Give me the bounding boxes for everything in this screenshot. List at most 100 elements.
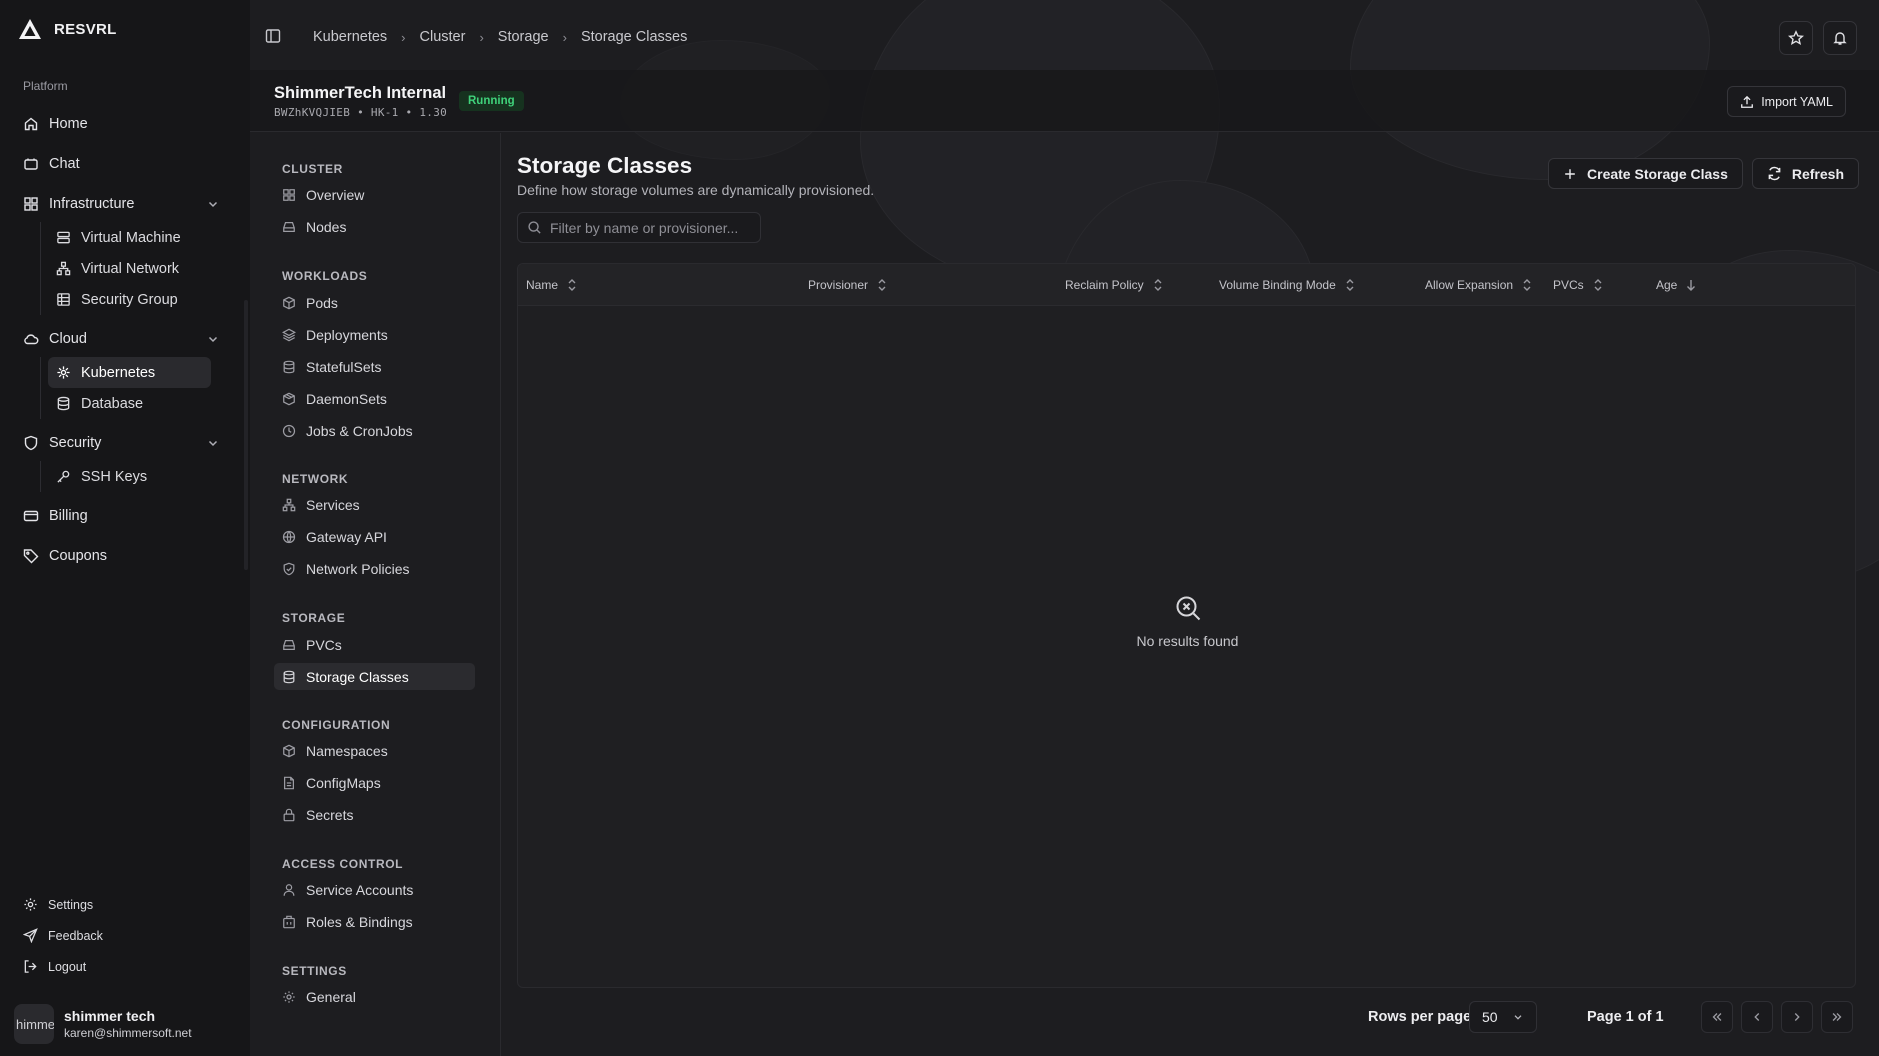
nav-virtual-machine-label: Virtual Machine: [81, 229, 181, 246]
user-name: shimmer tech: [64, 1008, 156, 1024]
nav-logout-label: Logout: [48, 959, 87, 974]
nav-coupons[interactable]: Coupons: [14, 536, 226, 576]
nav-database[interactable]: Database: [48, 388, 226, 419]
chevron-down-icon[interactable]: [206, 197, 220, 211]
first-page-button[interactable]: [1701, 1001, 1733, 1033]
storage-classes-content: Storage Classes Define how storage volum…: [517, 133, 1879, 1056]
subnav-services[interactable]: Services: [274, 491, 475, 518]
subnav-group-access-control: ACCESS CONTROL: [282, 857, 404, 871]
filter-search[interactable]: [517, 212, 761, 243]
column-age[interactable]: Age: [1656, 264, 1697, 306]
subnav-jobs-cronjobs[interactable]: Jobs & CronJobs: [274, 417, 475, 444]
page-info: Page 1 of 1: [1587, 1009, 1664, 1025]
nav-security-group[interactable]: Security Group: [48, 284, 226, 315]
notifications-button[interactable]: [1823, 21, 1857, 55]
chat-icon: [23, 156, 39, 172]
nav-feedback[interactable]: Feedback: [14, 920, 226, 951]
subnav-group-settings: SETTINGS: [282, 964, 347, 978]
shield-check-icon: [282, 562, 296, 576]
brand[interactable]: RESVRL: [18, 18, 117, 40]
user-email: karen@shimmersoft.net: [64, 1026, 192, 1040]
main-sidebar: RESVRL Platform Home Chat Infrastructure…: [0, 0, 250, 1056]
refresh-label: Refresh: [1791, 165, 1844, 182]
breadcrumb-storage[interactable]: Storage: [498, 29, 549, 45]
refresh-button[interactable]: Refresh: [1751, 158, 1859, 189]
breadcrumb-kubernetes[interactable]: Kubernetes: [313, 29, 387, 45]
previous-page-button[interactable]: [1741, 1001, 1773, 1033]
column-age-label: Age: [1656, 278, 1678, 292]
subnav-storage-classes[interactable]: Storage Classes: [274, 663, 475, 690]
cluster-header: ShimmerTech Internal BWZhKVQJIEB • HK-1 …: [250, 70, 1879, 132]
nav-feedback-label: Feedback: [48, 928, 103, 943]
search-input[interactable]: [550, 219, 750, 236]
chevron-down-icon[interactable]: [206, 332, 220, 346]
file-icon: [282, 776, 296, 790]
arrow-down-icon: [1685, 278, 1697, 292]
subnav-network-policies[interactable]: Network Policies: [274, 555, 475, 582]
subnav-deployments-label: Deployments: [306, 326, 388, 343]
subnav-overview[interactable]: Overview: [274, 181, 475, 208]
subnav-network-policies-label: Network Policies: [306, 560, 410, 577]
column-reclaim-policy[interactable]: Reclaim Policy: [1065, 264, 1164, 306]
column-allow-expansion[interactable]: Allow Expansion: [1425, 264, 1533, 306]
subnav-pvcs[interactable]: PVCs: [274, 631, 475, 658]
column-pvcs[interactable]: PVCs: [1553, 264, 1604, 306]
nav-virtual-machine[interactable]: Virtual Machine: [48, 222, 226, 253]
subnav-configmaps[interactable]: ConfigMaps: [274, 769, 475, 796]
nav-chat[interactable]: Chat: [14, 144, 226, 184]
subnav-daemonsets[interactable]: DaemonSets: [274, 385, 475, 412]
column-reclaim-policy-label: Reclaim Policy: [1065, 278, 1144, 292]
nav-cloud[interactable]: Cloud: [14, 319, 226, 359]
nav-security-label: Security: [49, 435, 102, 451]
breadcrumb-cluster[interactable]: Cluster: [420, 29, 466, 45]
nav-security[interactable]: Security: [14, 423, 226, 463]
subnav-roles-bindings[interactable]: Roles & Bindings: [274, 908, 475, 935]
subnav-nodes[interactable]: Nodes: [274, 213, 475, 240]
favorite-button[interactable]: [1779, 21, 1813, 55]
column-name[interactable]: Name: [526, 264, 578, 306]
subnav-deployments[interactable]: Deployments: [274, 321, 475, 348]
nav-billing[interactable]: Billing: [14, 496, 226, 536]
import-yaml-button[interactable]: Import YAML: [1727, 86, 1846, 117]
nav-logout[interactable]: Logout: [14, 951, 226, 982]
infrastructure-subnav: Virtual Machine Virtual Network Security…: [40, 222, 226, 315]
subnav-gateway-api-label: Gateway API: [306, 528, 387, 545]
user-profile[interactable]: himme shimmer tech karen@shimmersoft.net: [14, 1004, 192, 1044]
column-pvcs-label: PVCs: [1553, 278, 1584, 292]
subnav-gateway-api[interactable]: Gateway API: [274, 523, 475, 550]
empty-state-text: No results found: [1136, 633, 1239, 649]
rows-per-page-select[interactable]: 50: [1469, 1001, 1537, 1033]
nav-database-label: Database: [81, 395, 144, 412]
subnav-pods[interactable]: Pods: [274, 289, 475, 316]
upload-icon: [1740, 95, 1754, 109]
sidebar-toggle-icon[interactable]: [265, 28, 281, 44]
nav-home[interactable]: Home: [14, 104, 226, 144]
nav-virtual-network[interactable]: Virtual Network: [48, 253, 226, 284]
next-page-button[interactable]: [1781, 1001, 1813, 1033]
nav-ssh-keys[interactable]: SSH Keys: [48, 461, 226, 492]
subnav-nodes-label: Nodes: [306, 218, 347, 235]
nav-settings[interactable]: Settings: [14, 889, 226, 920]
create-storage-class-button[interactable]: Create Storage Class: [1548, 158, 1743, 189]
subnav-secrets[interactable]: Secrets: [274, 801, 475, 828]
subnav-general[interactable]: General: [274, 983, 475, 1010]
chevron-down-icon[interactable]: [206, 436, 220, 450]
nav-infrastructure-label: Infrastructure: [49, 196, 135, 212]
storage-classes-table: Name Provisioner Reclaim Policy Volume B…: [517, 263, 1856, 988]
subnav-namespaces[interactable]: Namespaces: [274, 737, 475, 764]
nav-kubernetes[interactable]: Kubernetes: [48, 357, 211, 388]
nav-virtual-network-label: Virtual Network: [81, 260, 180, 277]
subnav-service-accounts[interactable]: Service Accounts: [274, 876, 475, 903]
sort-icon: [1521, 278, 1533, 292]
rows-per-page-label: Rows per page: [1368, 1009, 1472, 1025]
nav-infrastructure[interactable]: Infrastructure: [14, 184, 226, 224]
column-volume-binding-mode[interactable]: Volume Binding Mode: [1219, 264, 1356, 306]
subnav-statefulsets[interactable]: StatefulSets: [274, 353, 475, 380]
column-provisioner[interactable]: Provisioner: [808, 264, 888, 306]
sidebar-scrollbar[interactable]: [244, 300, 248, 570]
last-page-button[interactable]: [1821, 1001, 1853, 1033]
drive-icon: [282, 220, 296, 234]
subnav-statefulsets-label: StatefulSets: [306, 358, 382, 375]
nav-billing-label: Billing: [49, 508, 88, 524]
home-icon: [23, 116, 39, 132]
